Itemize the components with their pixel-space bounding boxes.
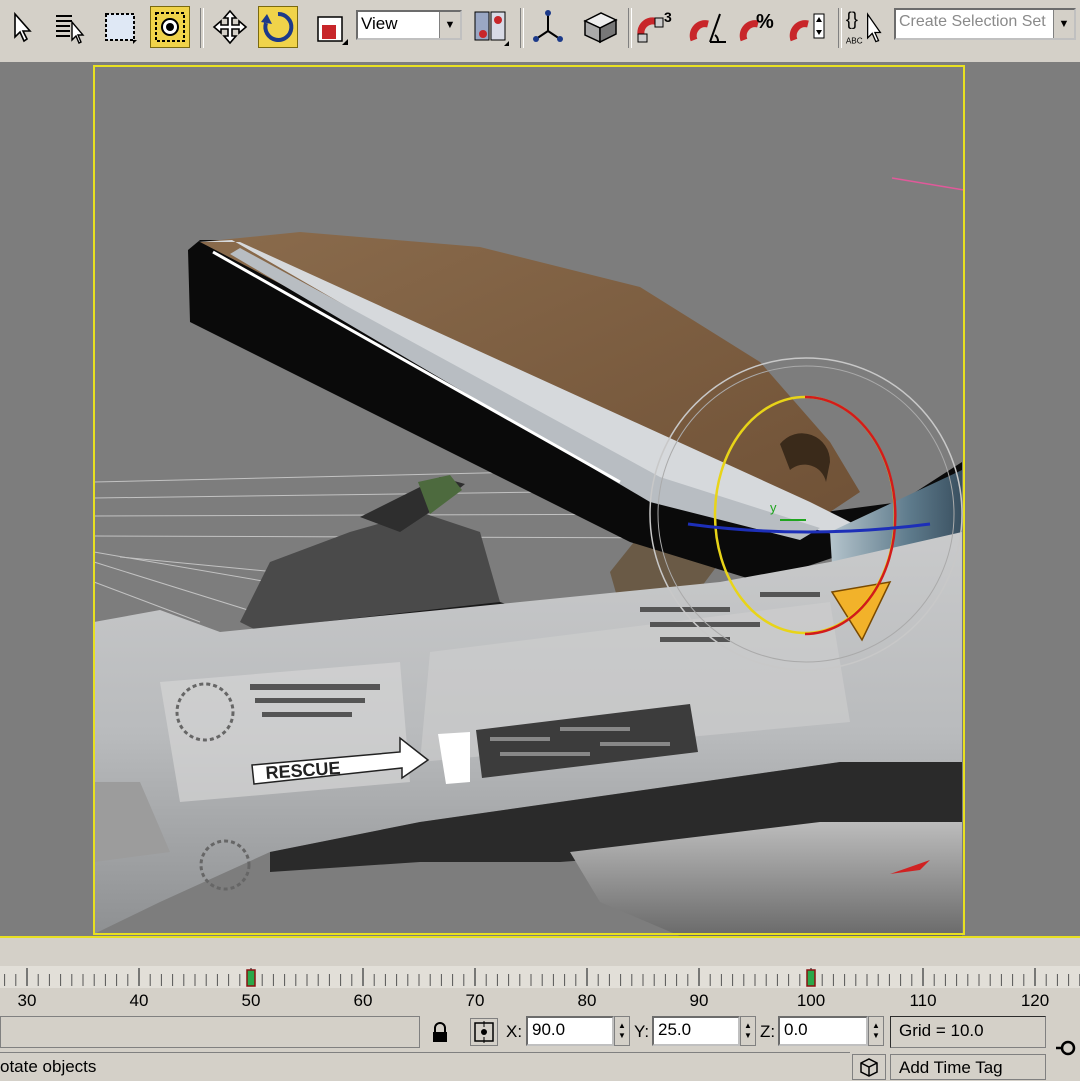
x-spinner[interactable]: ▲ ▼	[614, 1016, 630, 1046]
angle-snap-button[interactable]	[688, 6, 728, 48]
snap-toggle-button[interactable]: 3	[636, 6, 676, 48]
frame-number-label: 40	[130, 991, 149, 1010]
percent-snap-icon: %	[739, 11, 774, 42]
window-crossing-icon	[155, 12, 185, 42]
frame-number-label: 100	[797, 991, 825, 1010]
z-spinner[interactable]: ▲ ▼	[868, 1016, 884, 1046]
chevron-down-icon[interactable]: ▼	[1053, 10, 1074, 38]
grid-size-display: Grid = 10.0	[890, 1016, 1046, 1048]
z-label: Z:	[760, 1022, 776, 1041]
lock-icon	[433, 1022, 447, 1042]
rotate-icon	[261, 11, 294, 42]
select-and-manipulate-button[interactable]	[528, 6, 568, 48]
rectangular-selection-button[interactable]	[100, 6, 140, 48]
ruler-band[interactable]	[0, 966, 1080, 988]
select-arrow-icon	[14, 11, 32, 43]
spinner-down-icon[interactable]: ▼	[618, 1031, 626, 1041]
frame-number-label: 120	[1021, 991, 1049, 1010]
frame-number-label: 60	[354, 991, 373, 1010]
y-coordinate-input[interactable]: 25.0	[652, 1016, 740, 1046]
keyboard-box-icon	[583, 12, 618, 44]
select-by-name-icon	[56, 15, 85, 44]
toolbar-separator	[520, 8, 524, 48]
spinner-down-icon[interactable]: ▼	[872, 1031, 880, 1041]
keyboard-shortcut-override-button[interactable]	[580, 6, 620, 48]
magnet-icon: 3	[637, 9, 672, 43]
max-script-listener[interactable]	[0, 1016, 420, 1048]
spinner-up-icon[interactable]: ▲	[872, 1021, 880, 1031]
spinner-down-icon[interactable]: ▼	[744, 1031, 752, 1041]
percent-label: %	[756, 11, 774, 33]
frame-number-label: 90	[690, 991, 709, 1010]
scene-render: RESCUE y	[93, 62, 1080, 936]
selection-lock-toggle[interactable]	[428, 1020, 452, 1046]
time-tag-toggle[interactable]	[852, 1054, 886, 1080]
keyframe-marker[interactable]	[246, 969, 256, 987]
spinner-snap-icon	[789, 13, 825, 42]
perspective-viewport[interactable]: RESCUE y	[0, 62, 1080, 936]
pink-helper-line	[891, 177, 965, 191]
chevron-down-icon[interactable]: ▼	[439, 12, 460, 38]
manipulate-icon	[533, 10, 563, 42]
absolute-mode-toggle[interactable]	[470, 1018, 498, 1046]
edit-named-selection-button[interactable]: {} ABC	[844, 6, 884, 48]
x-label: X:	[506, 1022, 523, 1041]
snap-dimension-label: 3	[664, 9, 672, 25]
key-icon	[1056, 1040, 1076, 1056]
x-coordinate-input[interactable]: 90.0	[526, 1016, 614, 1046]
cube-icon	[860, 1058, 878, 1077]
window-crossing-button[interactable]	[150, 6, 190, 48]
key-mode-area[interactable]	[1050, 1028, 1080, 1058]
timeline-ruler[interactable]: 30 40 50 60 70 80 90 100 110 120	[0, 938, 1080, 1014]
gizmo-axis-label: y	[770, 500, 777, 515]
y-label: Y:	[634, 1022, 650, 1041]
move-icon	[212, 9, 248, 45]
toolbar-separator	[200, 8, 204, 48]
select-object-button[interactable]	[2, 6, 42, 48]
frame-number-label: 50	[242, 991, 261, 1010]
pivot-center-icon	[474, 11, 509, 46]
abc-label: ABC	[846, 36, 863, 45]
y-spinner[interactable]: ▲ ▼	[740, 1016, 756, 1046]
crosshair-icon	[474, 1021, 494, 1043]
frame-number-label: 70	[466, 991, 485, 1010]
track-bar[interactable]: 30 40 50 60 70 80 90 100 110 120	[0, 936, 1080, 1016]
named-selection-set-dropdown[interactable]: Create Selection Set ▼	[894, 8, 1076, 40]
svg-text:{}: {}	[846, 9, 858, 29]
use-pivot-center-button[interactable]	[470, 6, 510, 48]
reference-coordinate-dropdown[interactable]: View ▼	[356, 10, 462, 40]
spinner-snap-button[interactable]	[788, 6, 828, 48]
main-toolbar: View ▼ 3 % {} ABC Create Selection Set ▼	[0, 0, 1080, 63]
select-by-name-button[interactable]	[50, 6, 90, 48]
reference-coordinate-value: View	[361, 14, 398, 33]
spinner-up-icon[interactable]: ▲	[744, 1021, 752, 1031]
status-bar: X: 90.0 ▲ ▼ Y: 25.0 ▲ ▼ Z: 0.0 ▲ ▼ Grid = 1…	[0, 1014, 1080, 1080]
toolbar-separator	[838, 8, 842, 48]
frame-number-label: 80	[578, 991, 597, 1010]
named-selection-icon: {} ABC	[846, 9, 882, 45]
prompt-text: otate objects	[0, 1057, 97, 1076]
spinner-up-icon[interactable]: ▲	[618, 1021, 626, 1031]
frame-number-label: 30	[18, 991, 37, 1010]
percent-snap-button[interactable]: %	[738, 6, 778, 48]
toolbar-separator	[628, 8, 632, 48]
move-button[interactable]	[210, 6, 250, 48]
keyframe-marker[interactable]	[806, 969, 816, 987]
add-time-tag-button[interactable]: Add Time Tag	[890, 1054, 1046, 1080]
named-selection-set-placeholder: Create Selection Set	[899, 13, 1046, 30]
scale-button[interactable]	[310, 6, 350, 48]
scale-icon	[317, 16, 348, 45]
rectangular-selection-icon	[105, 13, 137, 44]
z-coordinate-input[interactable]: 0.0	[778, 1016, 868, 1046]
prompt-line: otate objects	[0, 1052, 850, 1080]
frame-number-label: 110	[909, 991, 936, 1010]
rotate-button[interactable]	[258, 6, 298, 48]
angle-snap-icon	[689, 13, 726, 43]
